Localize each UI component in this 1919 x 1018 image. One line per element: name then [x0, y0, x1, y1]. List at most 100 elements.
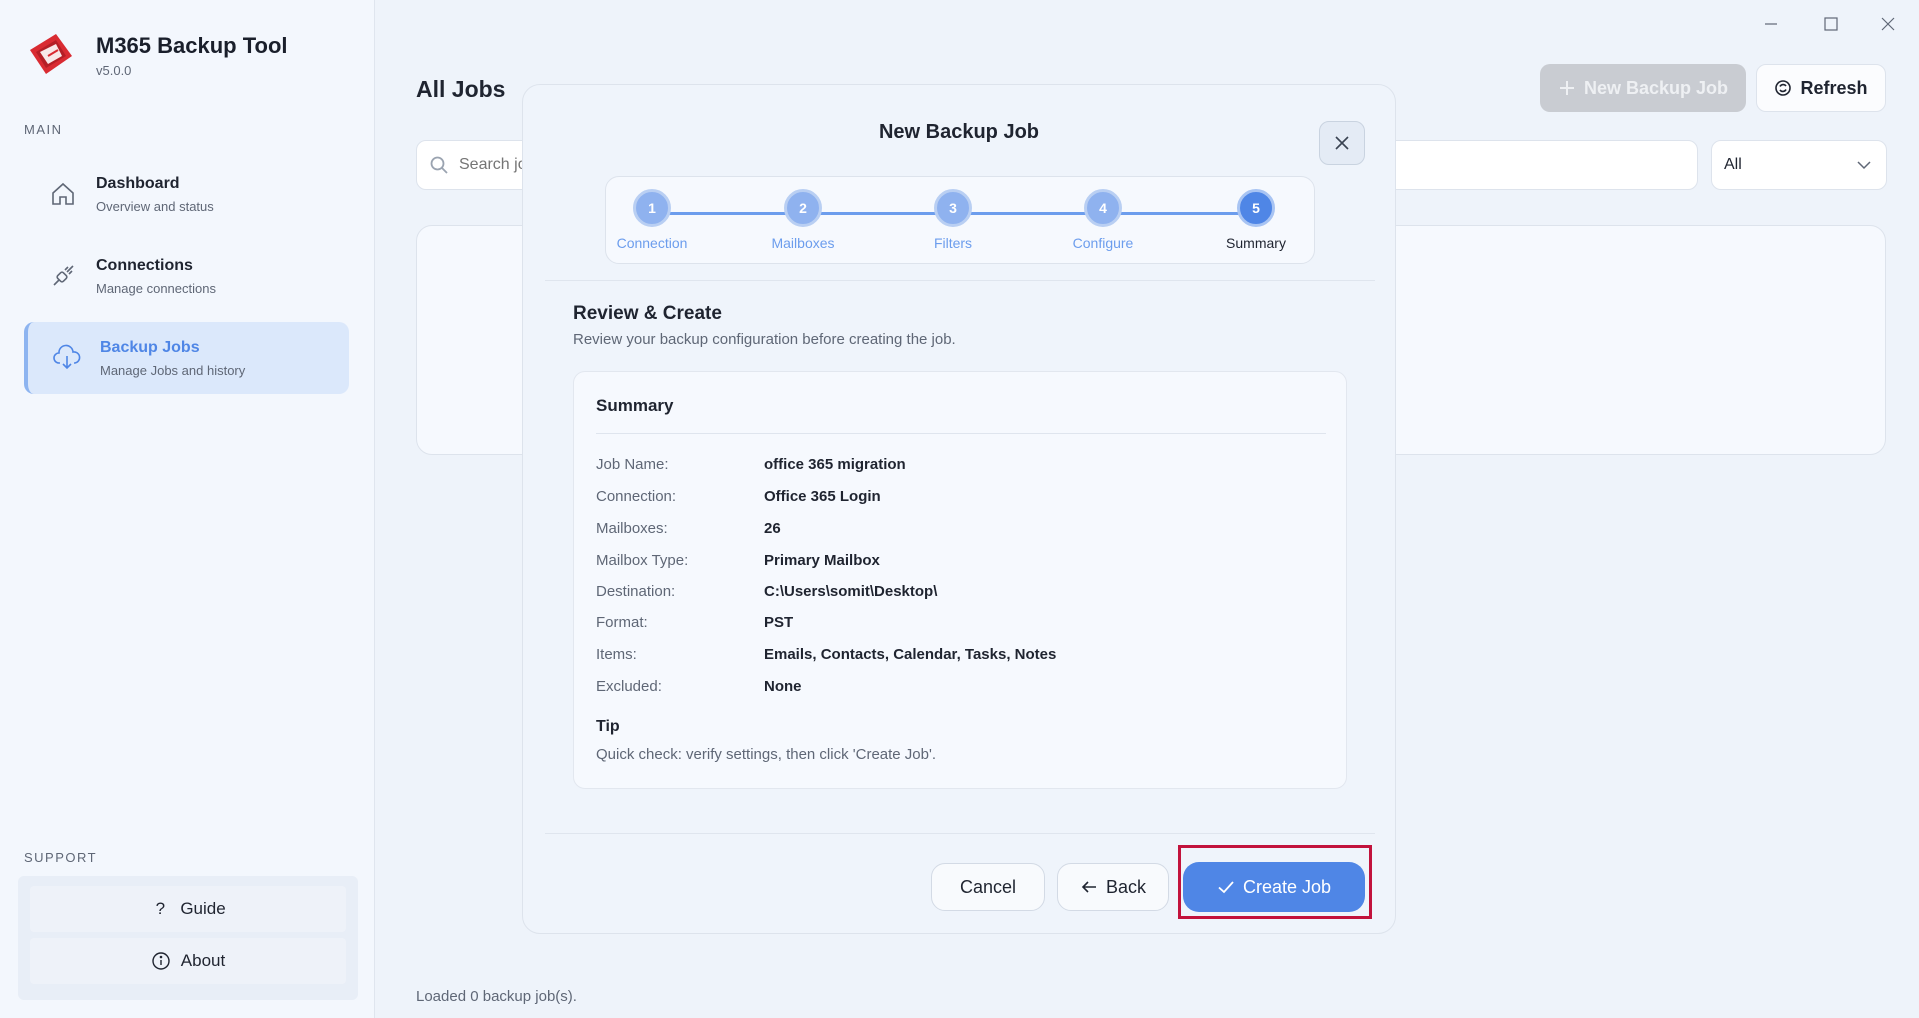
- step-mailboxes[interactable]: 2 Mailboxes: [743, 189, 863, 251]
- info-icon: [152, 952, 170, 970]
- back-label: Back: [1105, 876, 1147, 897]
- support-section-label: SUPPORT: [24, 850, 98, 865]
- step-number: 3: [934, 189, 972, 227]
- status-text: Loaded 0 backup job(s).: [416, 988, 577, 1005]
- summary-value: office 365 migration: [764, 456, 906, 473]
- brand: M365 Backup Tool v5.0.0: [26, 30, 288, 80]
- app-title: M365 Backup Tool: [96, 32, 288, 58]
- tip-text: Quick check: verify settings, then click…: [596, 746, 937, 763]
- section-title: Review & Create: [573, 303, 722, 324]
- step-label: Connection: [616, 235, 688, 251]
- summary-row-excluded: Excluded: None: [596, 678, 802, 695]
- plus-icon: [1559, 81, 1574, 95]
- divider: [596, 433, 1326, 434]
- create-job-button[interactable]: Create Job: [1183, 862, 1365, 912]
- summary-row-connection: Connection: Office 365 Login: [596, 488, 881, 505]
- sidebar-item-title: Dashboard: [96, 174, 180, 192]
- guide-label: Guide: [180, 899, 226, 918]
- support-panel: ? Guide About: [18, 876, 358, 1000]
- main-section-label: MAIN: [24, 122, 63, 137]
- create-job-label: Create Job: [1242, 876, 1332, 897]
- summary-card: Summary Job Name: office 365 migration C…: [573, 371, 1347, 789]
- summary-key: Destination:: [596, 583, 676, 600]
- filter-value: All: [1724, 156, 1742, 173]
- about-button[interactable]: About: [30, 938, 346, 984]
- step-connection[interactable]: 1 Connection: [592, 189, 712, 251]
- dialog-close-button[interactable]: [1319, 121, 1365, 165]
- summary-row-job-name: Job Name: office 365 migration: [596, 456, 906, 473]
- search-icon: [430, 156, 448, 174]
- step-filters[interactable]: 3 Filters: [893, 189, 1013, 251]
- summary-value: Primary Mailbox: [764, 552, 880, 569]
- divider: [545, 280, 1375, 281]
- summary-row-mailboxes: Mailboxes: 26: [596, 520, 781, 537]
- close-icon: [1335, 136, 1349, 150]
- summary-value: PST: [764, 614, 794, 631]
- refresh-icon: [1775, 80, 1792, 96]
- arrow-left-icon: [1081, 881, 1096, 893]
- plug-icon: [53, 265, 74, 286]
- check-icon: [1218, 881, 1234, 894]
- question-icon: ?: [155, 899, 166, 918]
- step-label: Summary: [1226, 235, 1286, 251]
- minimize-button[interactable]: [1756, 12, 1786, 36]
- minimize-icon: [1765, 23, 1777, 25]
- step-label: Mailboxes: [771, 235, 835, 251]
- step-label: Filters: [933, 235, 973, 251]
- summary-value: 26: [764, 520, 781, 537]
- sidebar-item-backup-jobs[interactable]: Backup Jobs Manage Jobs and history: [24, 322, 349, 394]
- sidebar-item-dashboard[interactable]: Dashboard Overview and status: [24, 158, 349, 230]
- summary-row-format: Format: PST: [596, 614, 793, 631]
- summary-value: None: [764, 678, 802, 695]
- sidebar-item-subtitle: Manage connections: [96, 280, 216, 296]
- cloud-download-icon: [53, 344, 81, 370]
- chevron-down-icon: [1857, 161, 1871, 170]
- step-summary[interactable]: 5 Summary: [1196, 189, 1316, 251]
- new-backup-job-button[interactable]: New Backup Job: [1540, 64, 1746, 112]
- summary-value: Office 365 Login: [764, 488, 881, 505]
- summary-key: Mailbox Type:: [596, 552, 689, 569]
- divider: [545, 833, 1375, 834]
- page-title: All Jobs: [416, 76, 506, 102]
- cancel-button[interactable]: Cancel: [931, 863, 1045, 911]
- sidebar-item-title: Backup Jobs: [100, 338, 200, 356]
- close-icon: [1881, 17, 1895, 31]
- summary-key: Items:: [596, 646, 637, 663]
- cancel-label: Cancel: [959, 876, 1017, 897]
- summary-key: Connection:: [596, 488, 677, 505]
- maximize-icon: [1824, 17, 1838, 31]
- sidebar-item-subtitle: Manage Jobs and history: [100, 362, 246, 378]
- dialog-title: New Backup Job: [878, 121, 1040, 143]
- summary-row-mailbox-type: Mailbox Type: Primary Mailbox: [596, 552, 880, 569]
- step-label: Configure: [1072, 235, 1134, 251]
- step-number: 5: [1237, 189, 1275, 227]
- summary-key: Excluded:: [596, 678, 662, 695]
- refresh-label: Refresh: [1800, 77, 1868, 98]
- summary-key: Job Name:: [596, 456, 669, 473]
- app-version: v5.0.0: [96, 62, 132, 78]
- new-backup-job-dialog: New Backup Job 1 Connection 2 Mailboxes …: [522, 84, 1396, 934]
- sidebar: M365 Backup Tool v5.0.0 MAIN Dashboard O…: [0, 0, 375, 1018]
- new-backup-job-label: New Backup Job: [1583, 77, 1729, 98]
- summary-value: C:\Users\somit\Desktop\: [764, 583, 938, 600]
- summary-key: Mailboxes:: [596, 520, 668, 537]
- step-number: 4: [1084, 189, 1122, 227]
- window-close-button[interactable]: [1873, 12, 1903, 36]
- sidebar-item-connections[interactable]: Connections Manage connections: [24, 240, 349, 312]
- summary-title: Summary: [596, 396, 674, 415]
- home-icon: [52, 182, 74, 205]
- maximize-button[interactable]: [1816, 12, 1846, 36]
- step-configure[interactable]: 4 Configure: [1043, 189, 1163, 251]
- step-number: 2: [784, 189, 822, 227]
- sidebar-item-subtitle: Overview and status: [96, 198, 214, 214]
- summary-key: Format:: [596, 614, 648, 631]
- refresh-button[interactable]: Refresh: [1756, 64, 1886, 112]
- section-subtitle: Review your backup configuration before …: [573, 331, 956, 348]
- about-label: About: [180, 951, 226, 970]
- back-button[interactable]: Back: [1057, 863, 1169, 911]
- sidebar-item-title: Connections: [96, 256, 193, 274]
- status-filter-select[interactable]: All: [1711, 140, 1887, 190]
- summary-row-destination: Destination: C:\Users\somit\Desktop\: [596, 583, 937, 600]
- guide-button[interactable]: ? Guide: [30, 886, 346, 932]
- wizard-stepper: 1 Connection 2 Mailboxes 3 Filters 4 Con…: [605, 176, 1315, 264]
